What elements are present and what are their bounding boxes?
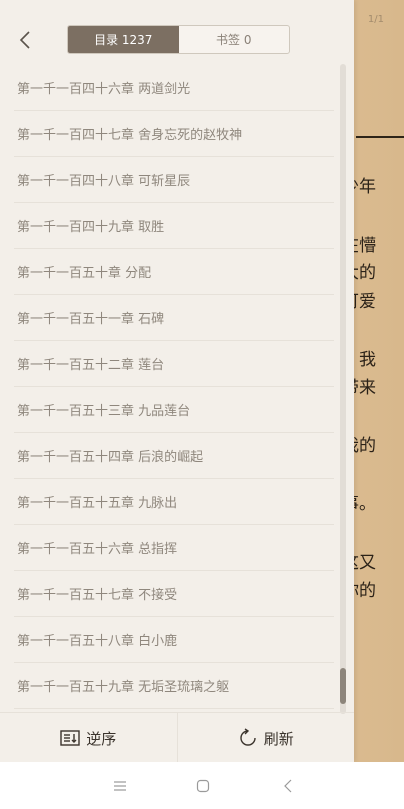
chapter-title: 第一千一百五十五章 九脉出 — [17, 495, 178, 511]
chapter-item[interactable]: 第一千一百五十四章 后浪的崛起 — [14, 432, 334, 479]
home-button[interactable] — [191, 774, 215, 798]
reverse-order-label: 逆序 — [86, 729, 117, 748]
refresh-icon — [240, 728, 256, 746]
chapter-title: 第一千一百五十七章 不接受 — [17, 587, 178, 603]
chapter-title: 第一千一百五十六章 总指挥 — [17, 541, 178, 557]
chapter-title: 第一千一百五十一章 石碑 — [17, 311, 165, 327]
chapter-title: 第一千一百五十八章 白小鹿 — [17, 633, 178, 649]
chapter-title: 第一千一百四十九章 取胜 — [17, 219, 165, 235]
back-arrow-icon — [284, 779, 292, 793]
chapter-item[interactable]: 第一千一百五十五章 九脉出 — [14, 478, 334, 525]
chapter-item[interactable]: 第一千一百五十一章 石碑 — [14, 294, 334, 341]
chevron-left-icon — [19, 31, 30, 49]
tab-bookmarks[interactable]: 书签 0 — [179, 26, 290, 53]
chapter-title: 第一千一百五十章 分配 — [17, 265, 152, 281]
home-square-icon — [196, 779, 210, 793]
menu-button[interactable] — [108, 774, 132, 798]
chapter-title: 第一千一百五十三章 九品莲台 — [17, 403, 191, 419]
page-indicator: 1/1 — [367, 14, 384, 25]
scrollbar-track[interactable] — [340, 64, 346, 714]
chapter-item[interactable]: 第一千一百五十七章 不接受 — [14, 570, 334, 617]
chapter-item[interactable]: 第一千一百四十六章 两道剑光 — [14, 64, 334, 111]
chapter-item[interactable]: 第一千一百五十八章 白小鹿 — [14, 616, 334, 663]
chapter-title: 第一千一百五十二章 莲台 — [17, 357, 165, 373]
chapter-item[interactable]: 第一千一百五十二章 莲台 — [14, 340, 334, 387]
chapter-title: 第一千一百四十八章 可斩星辰 — [17, 173, 191, 189]
chapter-item[interactable]: 第一千一百四十七章 舍身忘死的赵牧神 — [14, 110, 334, 157]
chapter-title: 第一千一百五十四章 后浪的崛起 — [17, 449, 204, 465]
reverse-order-icon — [60, 730, 80, 746]
tab-contents[interactable]: 目录 1237 — [68, 26, 179, 53]
chapter-item[interactable]: 第一千一百五十六章 总指挥 — [14, 524, 334, 571]
chapter-item[interactable]: 第一千一百五十九章 无垢圣琉璃之躯 — [14, 662, 334, 709]
toc-header: 目录 1237 书签 0 — [0, 0, 354, 64]
chapter-item[interactable]: 第一千一百五十章 分配 — [14, 248, 334, 295]
menu-icon — [114, 781, 126, 791]
refresh-label: 刷新 — [263, 729, 294, 748]
back-nav-button[interactable] — [276, 774, 300, 798]
toc-drawer: 目录 1237 书签 0 第一千一百四十六章 两道剑光 第一千一百四十七章 舍身… — [0, 0, 354, 763]
system-nav-bar — [0, 762, 404, 809]
chapter-item[interactable]: 第一千一百五十三章 九品莲台 — [14, 386, 334, 433]
reverse-order-button[interactable]: 逆序 — [0, 713, 177, 763]
chapter-item[interactable]: 第一千一百四十九章 取胜 — [14, 202, 334, 249]
chapter-title: 第一千一百四十六章 两道剑光 — [17, 81, 191, 97]
toc-tabs: 目录 1237 书签 0 — [67, 25, 290, 54]
chapter-list: 第一千一百四十六章 两道剑光 第一千一百四十七章 舍身忘死的赵牧神 第一千一百四… — [0, 64, 354, 712]
chapter-title: 第一千一百四十七章 舍身忘死的赵牧神 — [17, 127, 243, 143]
reader-divider — [356, 136, 404, 138]
scrollbar-thumb[interactable] — [340, 668, 346, 704]
chapter-item[interactable]: 第一千一百四十八章 可斩星辰 — [14, 156, 334, 203]
toc-footer: 逆序 刷新 — [0, 712, 354, 763]
refresh-button[interactable]: 刷新 — [178, 713, 355, 763]
back-button[interactable] — [14, 26, 36, 54]
chapter-title: 第一千一百五十九章 无垢圣琉璃之躯 — [17, 679, 230, 695]
